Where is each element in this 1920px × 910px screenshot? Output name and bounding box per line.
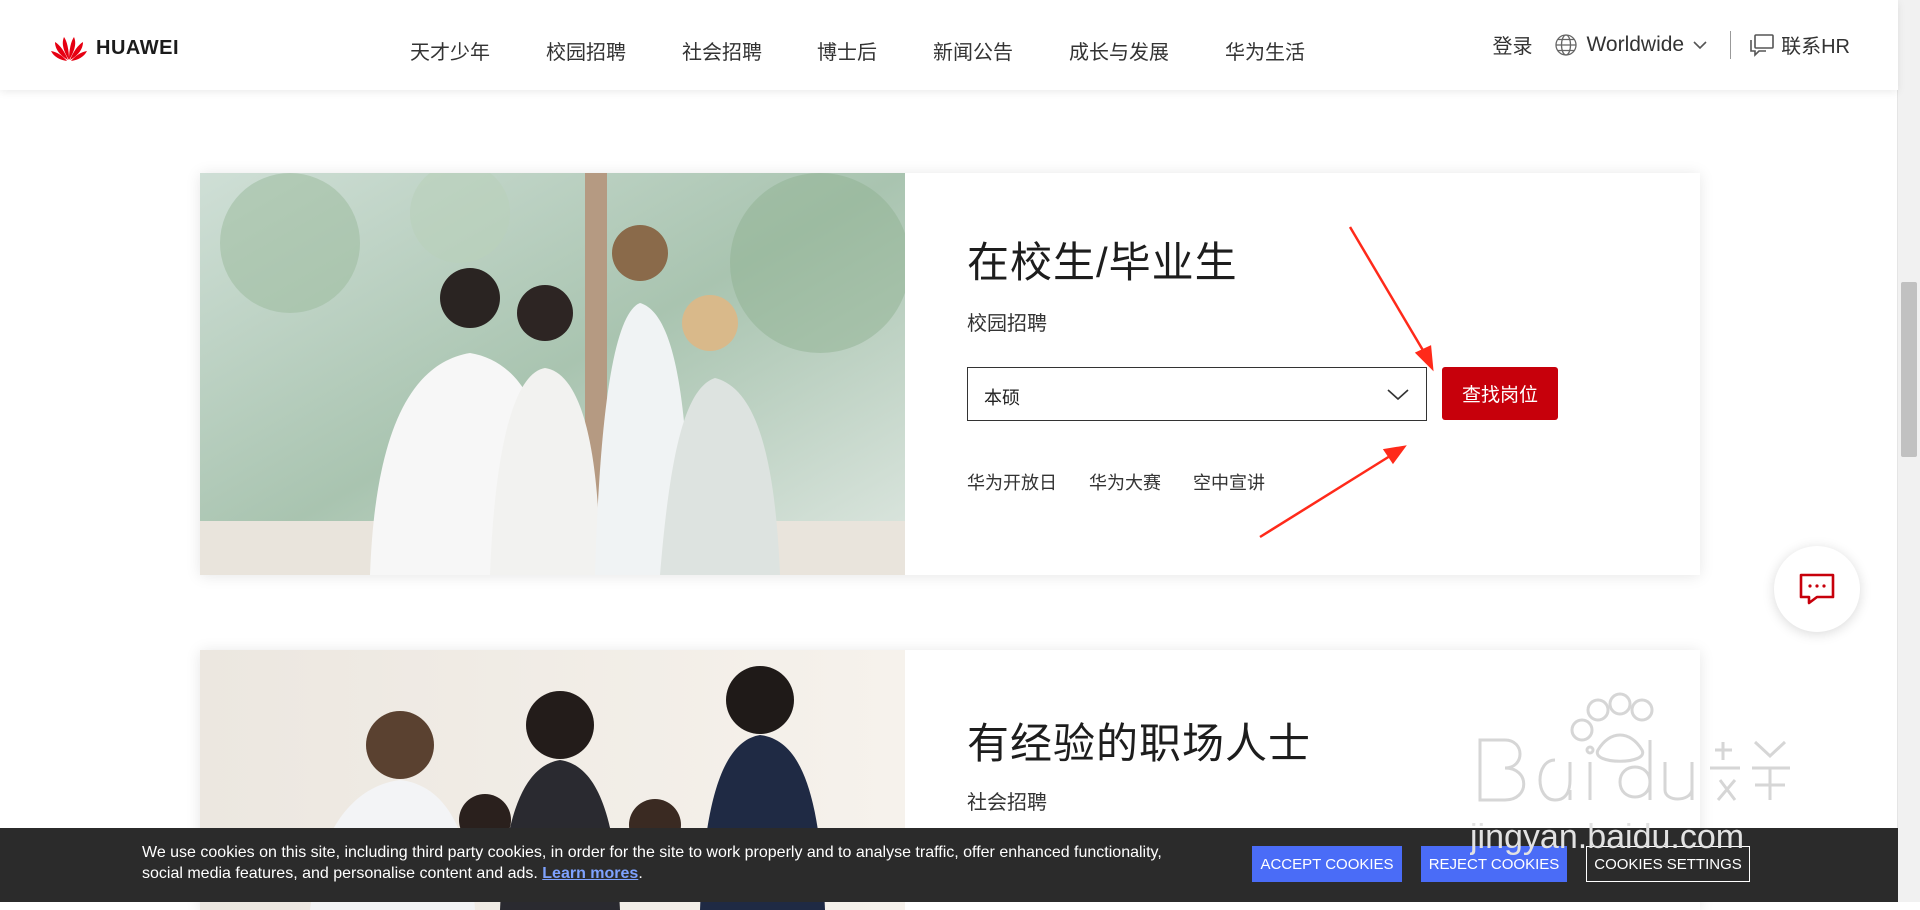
link-competition[interactable]: 华为大赛: [1089, 469, 1161, 495]
link-online-talk[interactable]: 空中宣讲: [1193, 469, 1265, 495]
campus-card-title: 在校生/毕业生: [967, 239, 1238, 286]
chevron-down-icon: [1693, 40, 1707, 49]
accept-cookies-button[interactable]: ACCEPT COOKIES: [1252, 846, 1402, 882]
huawei-logo[interactable]: HUAWEI: [50, 34, 179, 62]
contact-hr-label: 联系HR: [1781, 36, 1850, 58]
link-open-day[interactable]: 华为开放日: [967, 469, 1057, 495]
reject-cookies-button[interactable]: REJECT COOKIES: [1421, 846, 1567, 882]
cookies-settings-button[interactable]: COOKIES SETTINGS: [1586, 846, 1750, 882]
globe-icon: [1555, 33, 1578, 56]
nav-item-social-recruiting[interactable]: 社会招聘: [682, 36, 762, 65]
login-link[interactable]: 登录: [1492, 30, 1532, 59]
campus-card-body: 在校生/毕业生 校园招聘 本硕 查找岗位 华为开放日 华为大赛 空中宣讲: [967, 173, 1700, 575]
contact-hr-link[interactable]: 联系HR: [1749, 30, 1850, 59]
header-actions: 登录 Worldwide 联系HR: [1492, 30, 1850, 59]
site-header: HUAWEI 天才少年 校园招聘 社会招聘 博士后 新闻公告 成长与发展 华为生…: [0, 0, 1898, 90]
learn-more-link[interactable]: Learn mores: [542, 865, 638, 882]
find-jobs-button[interactable]: 查找岗位: [1442, 367, 1558, 420]
nav-item-genius-youth[interactable]: 天才少年: [410, 36, 490, 65]
scrollbar-thumb[interactable]: [1901, 282, 1917, 457]
chat-window-icon: [1750, 33, 1774, 57]
experienced-card-subtitle: 社会招聘: [967, 792, 1047, 814]
huawei-petal-logo-icon: [51, 37, 87, 61]
main-nav: 天才少年 校园招聘 社会招聘 博士后 新闻公告 成长与发展 华为生活: [410, 36, 1361, 65]
campus-recruiting-card: 在校生/毕业生 校园招聘 本硕 查找岗位 华为开放日 华为大赛 空中宣讲: [200, 173, 1700, 575]
chat-fab[interactable]: [1774, 546, 1860, 632]
cookie-notice: We use cookies on this site, including t…: [142, 842, 1202, 884]
campus-links: 华为开放日 华为大赛 空中宣讲: [967, 469, 1265, 495]
nav-item-growth[interactable]: 成长与发展: [1069, 36, 1169, 65]
nav-item-postdoc[interactable]: 博士后: [817, 36, 877, 65]
students-photo: [200, 173, 905, 575]
message-bubble-icon: [1799, 573, 1835, 605]
campus-card-subtitle: 校园招聘: [967, 313, 1047, 335]
header-divider: [1730, 30, 1732, 59]
brand-name: HUAWEI: [96, 36, 179, 59]
degree-select-value: 本硕: [984, 388, 1020, 408]
nav-item-news[interactable]: 新闻公告: [933, 36, 1013, 65]
nav-item-huawei-life[interactable]: 华为生活: [1225, 36, 1305, 65]
cookie-notice-period: .: [638, 865, 643, 882]
page-scrollbar[interactable]: [1897, 0, 1920, 902]
experienced-card-title: 有经验的职场人士: [967, 720, 1312, 767]
cookie-notice-text: We use cookies on this site, including t…: [142, 844, 1162, 882]
chevron-down-icon: [1387, 389, 1409, 401]
region-label: Worldwide: [1586, 32, 1685, 56]
region-selector[interactable]: Worldwide: [1554, 33, 1708, 57]
degree-select[interactable]: 本硕: [967, 367, 1427, 421]
nav-item-campus-recruiting[interactable]: 校园招聘: [546, 36, 626, 65]
cookie-consent-bar: We use cookies on this site, including t…: [0, 828, 1898, 902]
